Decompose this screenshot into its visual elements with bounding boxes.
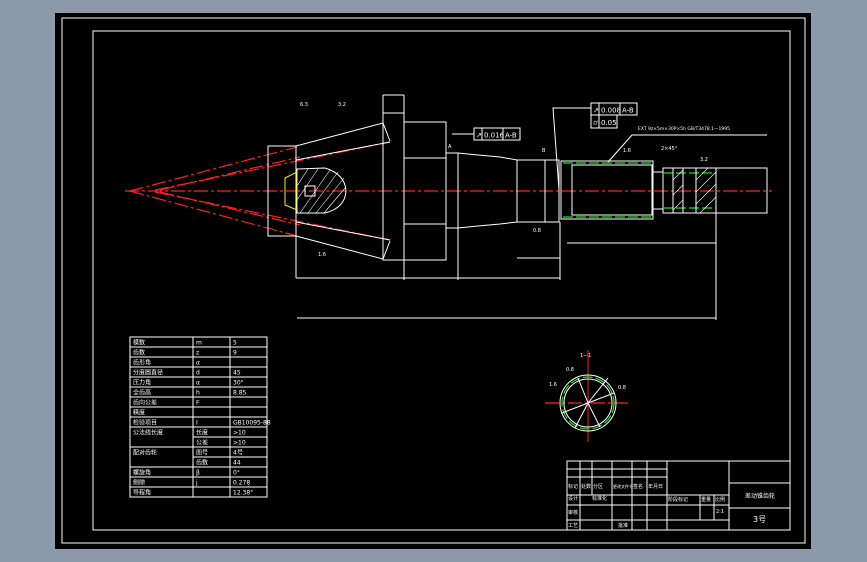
table-cell-symbol: 图号 (196, 450, 208, 457)
table-cell-name: 公法线长度 (133, 429, 163, 437)
svg-text:签名: 签名 (633, 483, 643, 490)
table-cell-value: GB10095-88 (233, 420, 271, 427)
chamfer-note: 2×45° (661, 146, 678, 152)
section-label: 1—1 (580, 353, 591, 359)
table-cell-symbol: α (196, 380, 200, 387)
table-cell-name: 压力角 (133, 379, 151, 387)
table-cell-name: 齿形角 (133, 359, 151, 367)
svg-text:工艺: 工艺 (568, 523, 578, 529)
table-cell-value: 0° (233, 470, 240, 477)
svg-text:0.8: 0.8 (533, 228, 541, 234)
svg-text:审核: 审核 (568, 509, 578, 516)
table-cell-name: 检验项目 (133, 419, 157, 427)
table-cell-symbol: z (196, 350, 199, 357)
table-cell-name: 分度圆直径 (133, 369, 163, 377)
table-cell-symbol: j (195, 480, 198, 487)
spline-note: EXT 9z×5m×30P×5h GB/T3478.1—1995 (638, 126, 730, 132)
table-cell-name: 配对齿轮 (133, 449, 157, 457)
tolerance-datum: A-B (505, 132, 517, 140)
table-cell-symbol: 长度 (196, 429, 208, 437)
table-cell-name: 全齿高 (133, 389, 151, 397)
table-cell-symbol: d (196, 370, 200, 377)
table-cell-value: 9 (233, 350, 237, 357)
table-cell-symbol: h (196, 390, 200, 397)
svg-text:0.008: 0.008 (601, 107, 621, 115)
svg-text:A-B: A-B (622, 107, 634, 115)
svg-text:设计: 设计 (568, 495, 578, 502)
svg-text:⌭: ⌭ (593, 119, 598, 127)
table-cell-value: >10 (233, 430, 246, 437)
table-cell-symbol: 齿数 (196, 459, 208, 467)
table-cell-value: 30° (233, 380, 244, 387)
table-cell-value: 5 (233, 340, 237, 347)
svg-text:处数: 处数 (581, 483, 591, 490)
drawing-canvas (55, 13, 811, 549)
svg-text:标记: 标记 (568, 483, 578, 490)
table-cell-symbol: m (196, 340, 202, 347)
tolerance-value: 0.016 (484, 132, 505, 140)
table-cell-value: 8.85 (233, 390, 247, 397)
svg-text:B: B (542, 148, 546, 154)
svg-text:标准化: 标准化 (592, 495, 607, 502)
svg-text:分区: 分区 (593, 483, 603, 490)
table-cell-value: 45 (233, 370, 241, 377)
table-cell-symbol: β (196, 470, 200, 477)
svg-text:年月日: 年月日 (648, 483, 663, 490)
svg-text:6.3: 6.3 (300, 102, 308, 108)
table-cell-value: 44 (233, 460, 241, 467)
svg-text:0.05: 0.05 (601, 119, 617, 127)
table-cell-symbol: F (196, 400, 200, 407)
table-cell-value: >10 (233, 440, 246, 447)
svg-text:0.8: 0.8 (618, 385, 626, 391)
cad-drawing: ↗ 0.016 A-B ↗ 0.008 A-B ⌭ 0.05 EXT 9z×5m… (55, 13, 811, 549)
table-cell-name: 精度 (133, 409, 145, 417)
svg-text:重量: 重量 (701, 496, 711, 503)
table-cell-name: 模数 (133, 339, 145, 347)
svg-text:A: A (448, 144, 452, 150)
table-cell-value: 4号 (233, 450, 243, 457)
table-cell-name: 导程角 (133, 489, 151, 497)
table-cell-name: 齿数 (133, 349, 145, 357)
table-cell-name: 齿向公差 (133, 399, 157, 407)
svg-text:0.8: 0.8 (566, 367, 574, 373)
table-cell-name: 侧隙 (133, 479, 145, 487)
table-cell-symbol: I (196, 420, 198, 427)
part-name: 差动锥齿轮 (745, 492, 775, 500)
table-cell-symbol: α (196, 360, 200, 367)
tolerance-symbol: ↗ (476, 132, 482, 140)
table-cell-value: 0.278 (233, 480, 250, 487)
svg-text:↗: ↗ (593, 107, 599, 115)
svg-text:1.6: 1.6 (549, 382, 557, 388)
table-row: 精度 (133, 409, 145, 417)
table-cell-name: 螺旋角 (133, 469, 151, 477)
svg-text:更改文件号: 更改文件号 (613, 483, 633, 489)
drawing-number: 3号 (753, 515, 766, 524)
svg-text:2:1: 2:1 (716, 509, 724, 515)
svg-text:比例: 比例 (715, 496, 725, 503)
svg-text:3.2: 3.2 (700, 157, 708, 163)
table-cell-value: 12.38° (233, 490, 253, 497)
svg-text:3.2: 3.2 (338, 102, 346, 108)
svg-text:1.6: 1.6 (623, 148, 631, 154)
svg-text:阶段标记: 阶段标记 (668, 496, 688, 503)
svg-text:1.6: 1.6 (318, 252, 326, 258)
table-cell-symbol: 公差 (196, 439, 208, 447)
svg-text:批准: 批准 (618, 522, 628, 529)
